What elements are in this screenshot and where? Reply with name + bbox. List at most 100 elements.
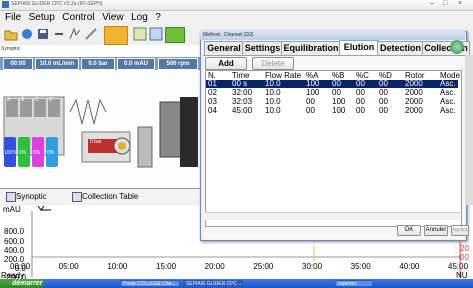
menu-setup[interactable]: Setup xyxy=(29,10,55,25)
view-tabs: Synoptic Collection Table xyxy=(0,188,200,204)
y-tick: 600.0 xyxy=(4,237,25,246)
table-cell[interactable]: 02 xyxy=(208,89,217,97)
tab-synoptic[interactable]: Synoptic xyxy=(4,190,76,203)
x-tick: 40:00 xyxy=(399,262,420,271)
run-icon[interactable] xyxy=(104,26,128,45)
toolbar xyxy=(0,25,200,45)
status-rotor: 500 rpm xyxy=(158,58,198,70)
tab-equilibration[interactable]: Equilibration xyxy=(281,41,341,55)
table-cell[interactable]: 100 xyxy=(332,107,345,115)
table-cell[interactable]: Asc. xyxy=(440,98,456,106)
bottle-value-b: 0% xyxy=(19,150,27,156)
table-cell[interactable]: 00 s xyxy=(232,80,247,88)
table-cell[interactable]: Asc. xyxy=(440,80,456,88)
tab-general[interactable]: General xyxy=(204,41,244,55)
x-tick: 25:00 xyxy=(253,262,274,271)
taskbar-item[interactable]: Poste COLLEGE Che... xyxy=(120,280,180,287)
taskbar-item[interactable]: copernic xyxy=(335,280,373,287)
table-cell[interactable]: 00 xyxy=(356,80,365,88)
pump-icon[interactable] xyxy=(149,27,163,41)
grid-icon[interactable] xyxy=(165,27,185,43)
table-cell[interactable]: 10.0 xyxy=(265,98,281,106)
open-icon[interactable] xyxy=(4,27,18,41)
table-cell[interactable]: 00 xyxy=(306,98,315,106)
table-cell[interactable]: 32:00 xyxy=(232,89,252,97)
menu-control[interactable]: Control xyxy=(62,10,94,25)
table-cell[interactable]: 04 xyxy=(208,107,217,115)
connect-icon[interactable] xyxy=(20,27,34,41)
table-cell[interactable]: 00 xyxy=(356,89,365,97)
tab-settings[interactable]: Settings xyxy=(242,41,283,55)
table-row[interactable]: 03 32:03 10.0 00 100 00 00 2000 Asc. xyxy=(206,98,458,106)
x-tick: 15:00 xyxy=(156,262,177,271)
table-cell[interactable]: Asc. xyxy=(440,89,456,97)
table-cell[interactable]: 00 xyxy=(379,98,388,106)
table-cell[interactable]: 00 xyxy=(379,80,388,88)
synoptic-label: Synoptic xyxy=(1,46,21,52)
taskbar-item[interactable]: SEPIAlS GLIDER CPC ... xyxy=(183,280,243,287)
table-cell[interactable]: 2000 xyxy=(405,89,423,97)
cancel-button[interactable]: Annuler xyxy=(424,225,448,236)
table-cell[interactable]: 03 xyxy=(208,98,217,106)
layout-icon[interactable] xyxy=(133,27,147,41)
add-button[interactable]: Add xyxy=(205,57,247,70)
x-tick: 45:00 xyxy=(448,262,469,271)
dialog-title-bar: Method : Channel (D2) xyxy=(200,31,465,40)
table-cell[interactable]: 00 xyxy=(356,98,365,106)
table-cell[interactable]: Asc. xyxy=(440,107,456,115)
table-cell[interactable]: 2000 xyxy=(405,98,423,106)
tab-collection-table[interactable]: Collection Table xyxy=(70,190,182,203)
x-tick: 35:00 xyxy=(350,262,371,271)
table-cell[interactable]: 00 xyxy=(379,107,388,115)
status-time: 00:00 xyxy=(3,58,33,70)
table-cell[interactable]: 01 xyxy=(208,80,217,88)
method-icon[interactable] xyxy=(68,27,82,41)
table-cell[interactable]: 2000 xyxy=(405,107,423,115)
table-cell[interactable]: 10.0 xyxy=(265,80,281,88)
dash-icon[interactable] xyxy=(52,27,66,41)
dialog-title: Method : Channel (D2) xyxy=(203,32,254,38)
bottle-value-c: 0% xyxy=(33,150,41,156)
tab-elution[interactable]: Elution xyxy=(339,40,379,56)
ok-button[interactable]: OK xyxy=(397,225,421,236)
bottle-value-a: 100% xyxy=(4,150,17,156)
horizontal-scrollbar[interactable] xyxy=(205,212,460,220)
apply-button[interactable]: Appliquer xyxy=(451,225,469,236)
menu-file[interactable]: File xyxy=(5,10,21,25)
minimize-button[interactable]: – xyxy=(430,0,434,7)
table-cell[interactable]: 45:00 xyxy=(232,107,252,115)
start-button[interactable]: démarrer xyxy=(0,279,44,288)
save-icon[interactable] xyxy=(36,27,50,41)
menu-help[interactable]: ? xyxy=(155,10,161,25)
table-cell[interactable]: 100 xyxy=(332,98,345,106)
delete-button[interactable]: Delete xyxy=(252,57,294,70)
menu-bar: File Setup Control View Log ? xyxy=(0,10,473,25)
table-cell[interactable]: 100 xyxy=(306,80,319,88)
table-row[interactable]: 04 45:00 10.0 00 100 00 00 2000 Asc. xyxy=(206,107,458,115)
bottle-value-d: 0% xyxy=(47,150,55,156)
table-cell[interactable]: 100 xyxy=(306,89,319,97)
table-cell[interactable]: 10.0 xyxy=(265,107,281,115)
table-cell[interactable]: 10.0 xyxy=(265,89,281,97)
close-button[interactable]: × xyxy=(458,0,462,7)
table-row[interactable]: 02 32:00 10.0 100 00 00 00 2000 Asc. xyxy=(206,89,458,97)
table-cell[interactable]: 00 xyxy=(332,89,341,97)
x-tick: 05:00 xyxy=(58,262,79,271)
tab-detection[interactable]: Detection xyxy=(377,41,424,55)
menu-view[interactable]: View xyxy=(102,10,124,25)
y-axis-label: mAU xyxy=(3,205,21,214)
clear-icon[interactable] xyxy=(84,27,98,41)
table-cell[interactable]: 00 xyxy=(356,107,365,115)
table-cell[interactable]: 00 xyxy=(379,89,388,97)
table-cell[interactable]: 2000 xyxy=(405,80,423,88)
table-row[interactable]: 01 00 s 10.0 100 00 00 00 2000 Asc. xyxy=(206,80,458,88)
status-flow: 10.0 mL/min xyxy=(35,58,79,70)
menu-log[interactable]: Log xyxy=(131,10,148,25)
globe-icon[interactable] xyxy=(450,40,464,54)
table-cell[interactable]: 00 xyxy=(306,107,315,115)
table-cell[interactable]: 00 xyxy=(332,80,341,88)
tab-synoptic-label: Synoptic xyxy=(16,192,47,201)
maximize-button[interactable]: □ xyxy=(443,0,447,7)
table-cell[interactable]: 32:03 xyxy=(232,98,252,106)
table-icon xyxy=(72,192,82,202)
